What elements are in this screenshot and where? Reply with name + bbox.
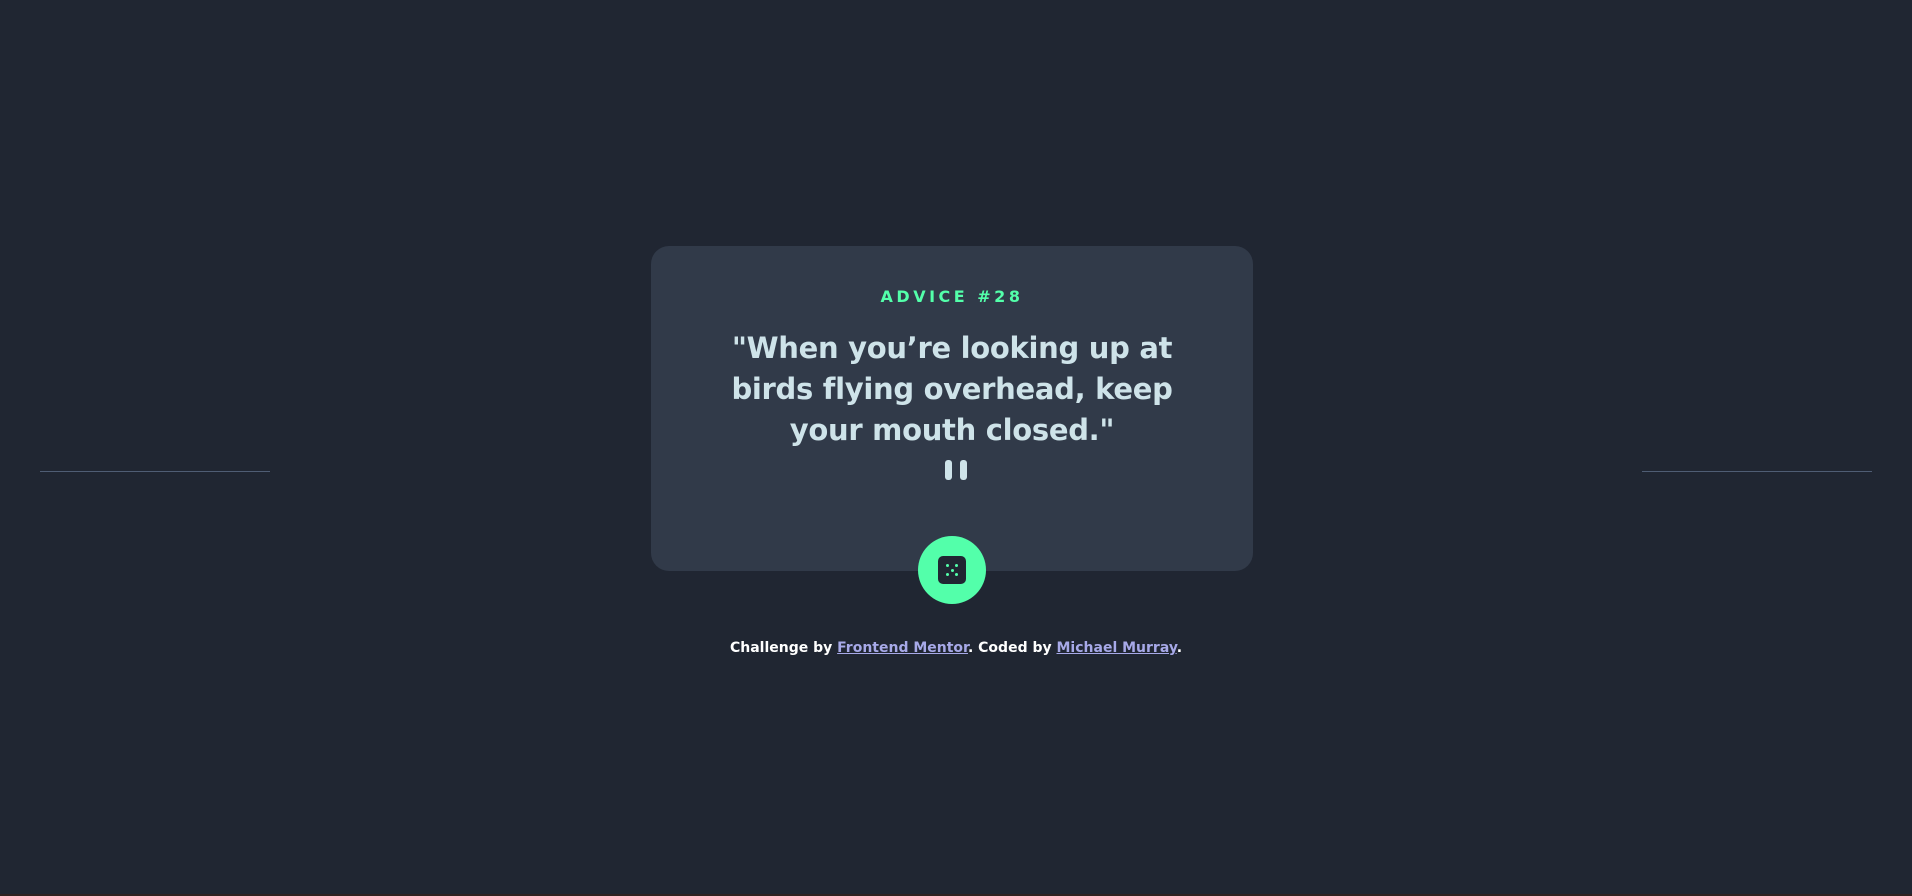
pause-icon xyxy=(943,460,969,482)
divider-line-right xyxy=(1642,471,1872,472)
attribution-middle: . Coded by xyxy=(967,640,1052,656)
generate-advice-button[interactable] xyxy=(918,536,986,604)
dice-dot xyxy=(950,568,954,572)
attribution-suffix: . xyxy=(1176,640,1183,656)
dice-dot xyxy=(955,573,958,576)
attribution-prefix: Challenge by xyxy=(729,640,833,656)
advice-quote: "When you’re looking up at birds flying … xyxy=(731,331,1173,447)
dice-dot xyxy=(946,564,949,567)
advice-number: ADVICE #28 xyxy=(880,287,1024,306)
advice-card: ADVICE #28 "When you’re looking up at bi… xyxy=(651,246,1253,571)
dice-dot xyxy=(955,564,958,567)
dice-icon xyxy=(938,556,966,584)
frontend-mentor-link[interactable]: Frontend Mentor xyxy=(837,640,968,656)
author-link[interactable]: Michael Murray xyxy=(1057,640,1177,656)
pause-bar-right xyxy=(960,460,967,480)
divider-line-left xyxy=(40,471,270,472)
attribution-footer: Challenge by Frontend Mentor. Coded by M… xyxy=(0,638,1912,658)
pause-bar-left xyxy=(945,460,952,480)
dice-dot xyxy=(946,573,949,576)
